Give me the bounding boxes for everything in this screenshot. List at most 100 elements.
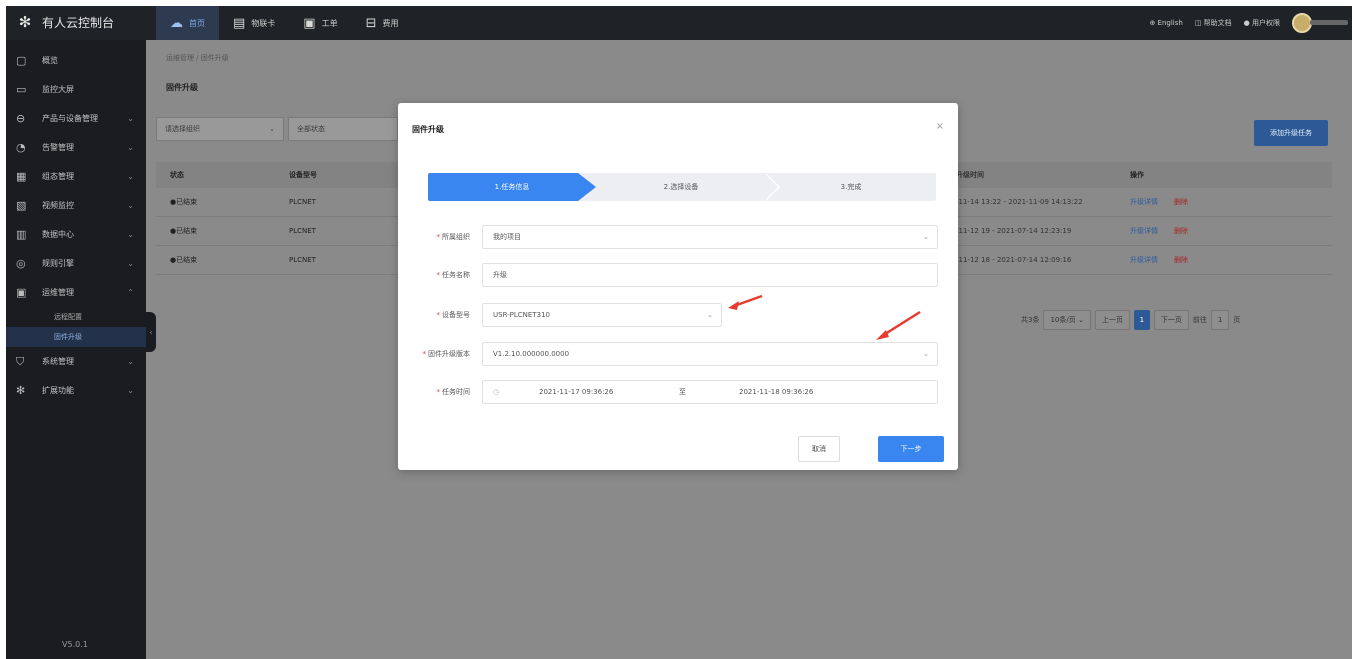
user-name[interactable] (1310, 20, 1348, 25)
prev-label: 上一页 (1101, 316, 1123, 324)
product-icon: ⊖ (16, 112, 26, 125)
sidebar-item-monitor[interactable]: ▭ 监控大屏 (6, 75, 146, 104)
model-cell: PLCNET (289, 227, 316, 235)
start-time[interactable]: 2021-11-17 09:36:26 (539, 388, 613, 396)
delete-link[interactable]: 删除 (1174, 197, 1188, 207)
task-name-label: * 任务名称 (436, 271, 471, 279)
sidebar-item-rule[interactable]: ◎ 规则引擎 ⌄ (6, 249, 146, 278)
top-nav-fee[interactable]: ⊟ 费用 (352, 6, 413, 40)
sidebar-item-alarm[interactable]: ◔ 告警管理 ⌄ (6, 133, 146, 162)
sidebar-item-label: 组态管理 (42, 172, 74, 181)
cloud-icon: ☁ (170, 15, 183, 31)
status-badge: ●已结束 (170, 256, 198, 264)
sidebar-item-config[interactable]: ▦ 组态管理 ⌄ (6, 162, 146, 191)
account-link[interactable]: ● 用户权限 (1244, 18, 1280, 28)
goto-page-input[interactable]: 1 (1210, 310, 1230, 330)
page-size-value: 10条/页 (1050, 316, 1076, 324)
sidebar-item-label: 视频监控 (42, 201, 74, 210)
next-step-button[interactable]: 下一步 (878, 436, 944, 462)
column-header: 状态 (170, 171, 184, 179)
top-nav-label: 首页 (189, 18, 205, 28)
chevron-down-icon: ⌄ (127, 201, 134, 210)
delete-link[interactable]: 删除 (1174, 255, 1188, 265)
language-switch[interactable]: ⊕ English (1149, 19, 1182, 27)
sidebar-collapse-button[interactable]: ‹ (146, 312, 156, 352)
sidebar-item-data[interactable]: ▥ 数据中心 ⌄ (6, 220, 146, 249)
video-icon: ▧ (16, 199, 27, 212)
status-filter-select[interactable]: 全部状态 (288, 117, 398, 141)
task-name-input[interactable]: 升级 (482, 263, 938, 287)
detail-link[interactable]: 升级详情 (1130, 255, 1158, 265)
cancel-button[interactable]: 取消 (798, 436, 840, 462)
task-time-range-picker[interactable]: ◷ 2021-11-17 09:36:26 至 2021-11-18 09:36… (482, 380, 938, 404)
sidebar-item-system[interactable]: ⛉ 系统管理 ⌄ (6, 347, 146, 376)
time-cell: -11-14 13:22 - 2021-11-09 14:13:22 (956, 198, 1083, 206)
modal-title: 固件升级 (412, 125, 444, 134)
page-number-current[interactable]: 1 (1133, 310, 1150, 330)
firmware-version-select[interactable]: V1.2.10.000000.0000 ⌄ (482, 342, 938, 366)
filter-value: 全部状态 (297, 125, 325, 133)
top-nav-ticket[interactable]: ▣ 工单 (289, 6, 351, 40)
task-time-label-text: 任务时间 (442, 388, 470, 396)
sidebar-subitem-firmware[interactable]: 固件升级 (6, 327, 146, 347)
filter-value: 请选择组织 (165, 125, 200, 133)
add-upgrade-task-button[interactable]: 添加升级任务 (1254, 120, 1328, 146)
delete-link[interactable]: 删除 (1174, 226, 1188, 236)
next-label: 下一页 (1160, 316, 1182, 324)
sidebar-item-video[interactable]: ▧ 视频监控 ⌄ (6, 191, 146, 220)
org-filter-select[interactable]: 请选择组织 ⌄ (156, 117, 284, 141)
next-page-button[interactable]: 下一页 (1153, 310, 1189, 330)
chevron-down-icon: ⌄ (923, 233, 929, 241)
chevron-down-icon: ⌄ (127, 114, 134, 123)
device-model-select[interactable]: USR-PLCNET310 ⌄ (482, 303, 722, 327)
top-nav-label: 物联卡 (251, 18, 276, 28)
model-cell: PLCNET (289, 256, 316, 264)
sidebar-item-label: 监控大屏 (42, 85, 74, 94)
step-indicator: 1.任务信息 2.选择设备 3.完成 (428, 173, 936, 201)
goto-label: 前往 (1192, 316, 1207, 324)
detail-link[interactable]: 升级详情 (1130, 226, 1158, 236)
prev-page-button[interactable]: 上一页 (1094, 310, 1130, 330)
sidebar-item-product[interactable]: ⊖ 产品与设备管理 ⌄ (6, 104, 146, 133)
time-cell: -11-12 19 - 2021-07-14 12:23:19 (956, 227, 1072, 235)
org-field-row: * 所属组织 我的项目 ⌄ (418, 225, 938, 249)
sidebar-item-extend[interactable]: ✻ 扩展功能 ⌄ (6, 376, 146, 405)
sidebar-item-overview[interactable]: ▢ 概览 (6, 46, 146, 75)
org-select[interactable]: 我的项目 ⌄ (482, 225, 938, 249)
chevron-down-icon: ⌄ (127, 143, 134, 152)
task-name-field-row: * 任务名称 升级 (418, 263, 938, 287)
end-time[interactable]: 2021-11-18 09:36:26 (739, 388, 813, 396)
step-complete: 3.完成 (840, 183, 862, 191)
logo-text: 有人云控制台 (42, 15, 115, 30)
firmware-version-field-row: * 固件升级版本 V1.2.10.000000.0000 ⌄ (418, 342, 938, 366)
logo-icon: ✻ (18, 13, 32, 31)
top-nav-home[interactable]: ☁ 首页 (156, 6, 219, 40)
step-select-device: 2.选择设备 (663, 183, 699, 191)
close-icon[interactable]: × (936, 121, 944, 132)
task-time-field-row: * 任务时间 ◷ 2021-11-17 09:36:26 至 2021-11-18… (418, 380, 938, 404)
page-size-select[interactable]: 10条/页 ⌄ (1043, 310, 1091, 330)
sidebar-item-label: 产品与设备管理 (42, 114, 98, 123)
alarm-icon: ◔ (16, 141, 26, 154)
avatar[interactable] (1292, 13, 1312, 33)
column-header: 设备型号 (289, 171, 317, 179)
help-link[interactable]: ◫ 帮助文档 (1195, 18, 1232, 28)
page-suffix: 页 (1233, 316, 1241, 324)
top-bar: ✻ 有人云控制台 ☁ 首页 ▤ 物联卡 ▣ 工单 ⊟ 费用 ⊕ English … (6, 6, 1352, 40)
org-label-text: 所属组织 (442, 233, 470, 241)
top-nav-sim[interactable]: ▤ 物联卡 (219, 6, 289, 40)
sidebar-item-ops[interactable]: ▣ 运维管理 ⌃ (6, 278, 146, 307)
firmware-version-label-text: 固件升级版本 (428, 350, 470, 358)
sidebar: ▢ 概览 ▭ 监控大屏 ⊖ 产品与设备管理 ⌄ ◔ 告警管理 ⌄ ▦ 组态管理 ⌄ ▧ 视频监控 ⌄… (6, 40, 146, 659)
chevron-down-icon: ⌄ (127, 172, 134, 181)
task-name-value: 升级 (493, 271, 507, 279)
rule-icon: ◎ (16, 257, 26, 270)
chevron-up-icon: ⌃ (127, 288, 134, 297)
range-separator: 至 (679, 388, 686, 396)
chevron-down-icon: ⌄ (923, 350, 929, 358)
logo[interactable]: ✻ 有人云控制台 (16, 13, 114, 31)
sidebar-subitem-remote-config[interactable]: 远程配置 (6, 307, 146, 327)
sidebar-subitem-label: 固件升级 (54, 333, 82, 341)
detail-link[interactable]: 升级详情 (1130, 197, 1158, 207)
clock-icon: ◷ (493, 388, 500, 396)
